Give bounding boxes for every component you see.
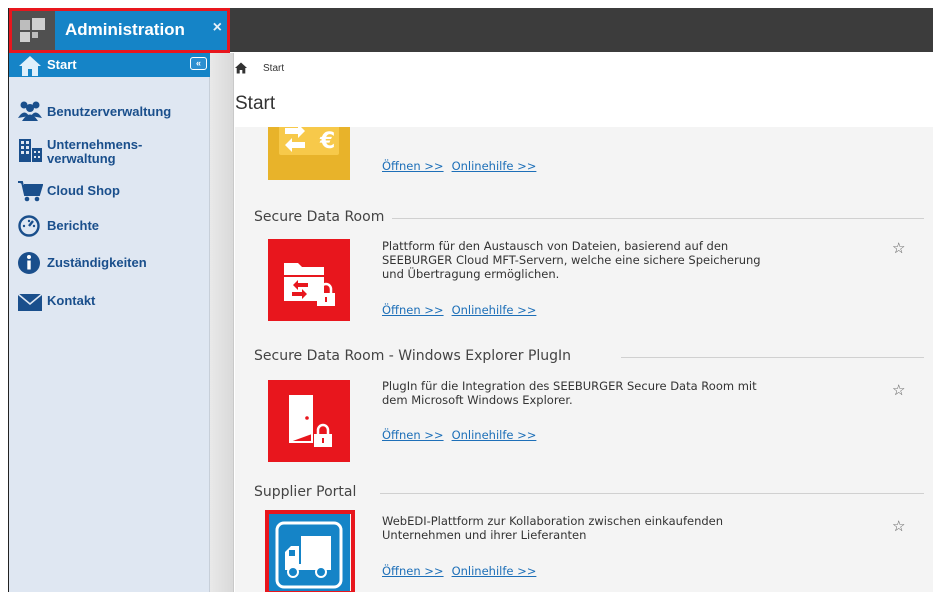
- card-links: Öffnen >> Onlinehilfe >>: [382, 564, 536, 578]
- users-icon: [18, 101, 42, 121]
- sidebar-item-kontakt[interactable]: Kontakt: [9, 289, 210, 313]
- favorite-star-icon[interactable]: ☆: [892, 239, 905, 257]
- card-description: WebEDI-Plattform zur Kollaboration zwisc…: [382, 514, 724, 542]
- open-link[interactable]: Öffnen >>: [382, 303, 444, 317]
- sidebar-item-label-line2: verwaltung: [47, 151, 116, 166]
- sidebar-item-label: Zuständigkeiten: [47, 255, 147, 270]
- favorite-star-icon[interactable]: ☆: [892, 517, 905, 535]
- sidebar-item-benutzerverwaltung[interactable]: Benutzerverwaltung: [9, 98, 210, 124]
- close-tab-icon[interactable]: ×: [213, 19, 222, 37]
- sidebar-item-cloud-shop[interactable]: Cloud Shop: [9, 178, 210, 202]
- home-icon[interactable]: [235, 62, 247, 74]
- sidebar-item-label: Kontakt: [47, 293, 96, 308]
- home-icon: [19, 56, 41, 76]
- cart-icon: [18, 181, 43, 202]
- app-window: Administration × Start « Benutzerverwalt…: [8, 8, 933, 592]
- top-bar: Administration ×: [9, 8, 933, 53]
- sidebar-item-start[interactable]: Start «: [9, 53, 210, 77]
- sidebar-item-label: Benutzerverwaltung: [47, 104, 172, 119]
- online-help-link[interactable]: Onlinehilfe >>: [452, 303, 537, 317]
- envelope-icon: [17, 293, 43, 311]
- sidebar-item-zustaendigkeiten[interactable]: Zuständigkeiten: [9, 250, 210, 274]
- card-description: PlugIn für die Integration des SEEBURGER…: [382, 379, 757, 407]
- supplier-portal-highlight-box: [265, 510, 355, 592]
- open-link[interactable]: Öffnen >>: [382, 564, 444, 578]
- card-title: Supplier Portal: [254, 484, 365, 500]
- main-panel: Start Start € Öffnen >> Onlinehilfe >> S…: [235, 53, 933, 592]
- favorite-star-icon[interactable]: ☆: [892, 381, 905, 399]
- sidebar-item-label: Unternehmens-: [47, 137, 143, 152]
- card-description: Plattform für den Austausch von Dateien,…: [382, 239, 761, 281]
- tab-administration-label: Administration: [65, 20, 185, 39]
- sidebar-item-berichte[interactable]: Berichte: [9, 213, 210, 237]
- sidebar-splitter[interactable]: [210, 53, 234, 592]
- app-cards-list: € Öffnen >> Onlinehilfe >> Secure Data Ro…: [235, 127, 933, 592]
- card-title: Secure Data Room - Windows Explorer Plug…: [254, 348, 580, 364]
- invoice-euro-icon: €: [268, 127, 350, 180]
- open-link[interactable]: Öffnen >>: [382, 159, 444, 173]
- gauge-icon: [18, 215, 40, 237]
- card-links: Öffnen >> Onlinehilfe >>: [382, 159, 536, 173]
- svg-text:€: €: [319, 129, 335, 154]
- app-menu-icon[interactable]: [9, 8, 55, 52]
- section-divider: [385, 218, 924, 219]
- online-help-link[interactable]: Onlinehilfe >>: [452, 159, 537, 173]
- folder-transfer-lock-icon[interactable]: [268, 239, 350, 321]
- section-divider: [380, 493, 924, 494]
- online-help-link[interactable]: Onlinehilfe >>: [452, 428, 537, 442]
- online-help-link[interactable]: Onlinehilfe >>: [452, 564, 537, 578]
- info-icon: [18, 252, 40, 274]
- collapse-sidebar-button[interactable]: «: [190, 57, 207, 70]
- card-links: Öffnen >> Onlinehilfe >>: [382, 428, 536, 442]
- sidebar-item-label: Cloud Shop: [47, 183, 120, 198]
- building-icon: [19, 139, 42, 162]
- breadcrumb-item-start[interactable]: Start: [263, 63, 284, 74]
- sidebar-item-unternehmensverwaltung[interactable]: Unternehmens- verwaltung: [9, 133, 210, 167]
- page-title: Start: [235, 93, 276, 114]
- sidebar: Start « Benutzerverwaltung Unternehmens-…: [9, 53, 210, 592]
- card-title: Secure Data Room: [254, 209, 393, 225]
- open-link[interactable]: Öffnen >>: [382, 428, 444, 442]
- section-divider: [621, 357, 924, 358]
- card-links: Öffnen >> Onlinehilfe >>: [382, 303, 536, 317]
- door-lock-icon[interactable]: [268, 380, 350, 462]
- sidebar-item-label: Start: [47, 57, 77, 72]
- tab-administration[interactable]: Administration ×: [55, 8, 230, 52]
- sidebar-item-label: Berichte: [47, 218, 100, 233]
